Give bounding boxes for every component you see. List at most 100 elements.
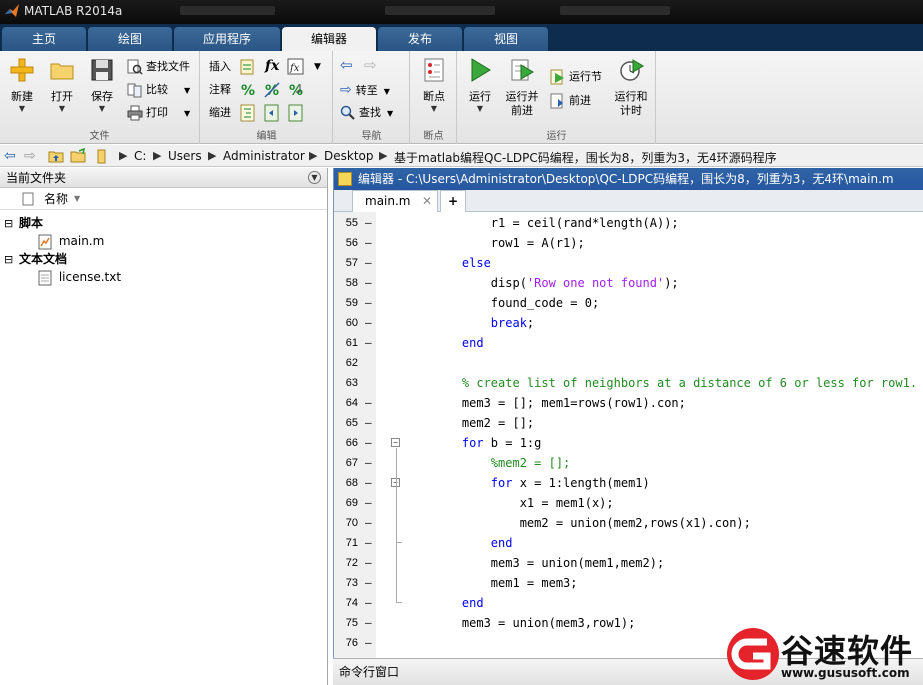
executable-line-marker[interactable]: —: [365, 413, 372, 433]
group-text-documents[interactable]: ⊟ 文本文档: [4, 250, 67, 268]
executable-line-marker[interactable]: —: [365, 213, 372, 233]
code-line[interactable]: 65 — mem2 = [];: [334, 413, 923, 433]
line-number[interactable]: 55: [334, 213, 358, 233]
line-number[interactable]: 63: [334, 373, 358, 393]
code-line[interactable]: 74 — end: [334, 593, 923, 613]
file-main-m[interactable]: main.m: [38, 232, 104, 250]
executable-line-marker[interactable]: —: [365, 593, 372, 613]
browse-folder-icon[interactable]: [70, 148, 86, 164]
compare-button[interactable]: 比较 ▼: [127, 80, 190, 100]
line-number[interactable]: 67: [334, 453, 358, 473]
executable-line-marker[interactable]: —: [365, 613, 372, 633]
insert-button[interactable]: 插入: [209, 57, 231, 77]
executable-line-marker[interactable]: —: [365, 233, 372, 253]
code-line[interactable]: 60 — break;: [334, 313, 923, 333]
breakpoints-button[interactable]: 断点 ▼: [414, 57, 454, 114]
run-and-advance-button[interactable]: 运行并 前进: [502, 57, 542, 118]
line-number[interactable]: 69: [334, 493, 358, 513]
executable-line-marker[interactable]: —: [365, 393, 372, 413]
forward-icon[interactable]: ⇨: [24, 148, 40, 164]
advance-button[interactable]: 前进: [550, 91, 591, 111]
fold-toggle-icon[interactable]: −: [391, 438, 400, 447]
breadcrumb-desktop[interactable]: Desktop: [324, 149, 374, 163]
line-number[interactable]: 59: [334, 293, 358, 313]
code-line[interactable]: 72 — mem3 = union(mem1,mem2);: [334, 553, 923, 573]
code-line[interactable]: 59 — found_code = 0;: [334, 293, 923, 313]
group-scripts[interactable]: ⊟ 脚本: [4, 214, 43, 232]
code-line[interactable]: 66 — − for b = 1:g: [334, 433, 923, 453]
up-folder-icon[interactable]: [48, 148, 64, 164]
breadcrumb-c[interactable]: C:: [134, 149, 146, 163]
chevron-down-icon[interactable]: ▼: [314, 57, 321, 77]
line-number[interactable]: 72: [334, 553, 358, 573]
back-icon[interactable]: ⇦: [4, 148, 20, 164]
insert-section-icon[interactable]: [239, 58, 257, 76]
code-line[interactable]: 68— − for x = 1:length(mem1): [334, 473, 923, 493]
indent-button[interactable]: 缩进: [209, 103, 231, 123]
executable-line-marker[interactable]: —: [365, 433, 372, 453]
line-number[interactable]: 65: [334, 413, 358, 433]
open-button[interactable]: 打开 ▼: [42, 57, 82, 114]
line-number[interactable]: 75: [334, 613, 358, 633]
close-tab-icon[interactable]: ✕: [422, 191, 432, 212]
line-number[interactable]: 57: [334, 253, 358, 273]
name-column-header[interactable]: 名称 ▼: [0, 188, 327, 210]
run-and-time-button[interactable]: 运行和 计时: [610, 57, 652, 118]
executable-line-marker[interactable]: —: [365, 553, 372, 573]
insert-function-button[interactable]: fx: [265, 56, 279, 76]
comment-button[interactable]: 注释: [209, 80, 231, 100]
tab-view[interactable]: 视图: [464, 27, 548, 51]
code-line[interactable]: 56 — row1 = A(r1);: [334, 233, 923, 253]
executable-line-marker[interactable]: —: [365, 473, 372, 493]
comment-percent-icon[interactable]: %: [239, 81, 257, 99]
file-license-txt[interactable]: license.txt: [38, 268, 121, 286]
tab-editor[interactable]: 编辑器: [282, 27, 376, 51]
goto-button[interactable]: ⇨ 转至 ▼: [340, 80, 390, 100]
executable-line-marker[interactable]: —: [365, 273, 372, 293]
line-number[interactable]: 73: [334, 573, 358, 593]
executable-line-marker[interactable]: —: [365, 533, 372, 553]
code-line[interactable]: 70 — mem2 = union(mem2,rows(x1).con);: [334, 513, 923, 533]
code-line[interactable]: 73 — mem1 = mem3;: [334, 573, 923, 593]
tab-home[interactable]: 主页: [2, 27, 86, 51]
increase-indent-icon[interactable]: [287, 104, 305, 122]
new-tab-button[interactable]: +: [440, 190, 466, 212]
line-number[interactable]: 61: [334, 333, 358, 353]
code-line[interactable]: 57 — else: [334, 253, 923, 273]
tab-plots[interactable]: 绘图: [88, 27, 172, 51]
line-number[interactable]: 74: [334, 593, 358, 613]
line-number[interactable]: 68: [334, 473, 358, 493]
code-line[interactable]: 71 — end: [334, 533, 923, 553]
executable-line-marker[interactable]: —: [365, 333, 372, 353]
print-button[interactable]: 打印 ▼: [127, 103, 190, 123]
executable-line-marker[interactable]: —: [365, 633, 372, 653]
executable-line-marker[interactable]: —: [365, 313, 372, 333]
line-number[interactable]: 71: [334, 533, 358, 553]
run-section-button[interactable]: 运行节: [550, 67, 602, 87]
save-button[interactable]: 保存 ▼: [82, 57, 122, 114]
line-number[interactable]: 66: [334, 433, 358, 453]
code-line[interactable]: 61 — end: [334, 333, 923, 353]
panel-menu-icon[interactable]: ▼: [308, 171, 321, 184]
breadcrumb-administrator[interactable]: Administrator: [223, 149, 305, 163]
find-files-button[interactable]: 查找文件: [127, 57, 190, 77]
code-line[interactable]: 55 — r1 = ceil(rand*length(A));: [334, 213, 923, 233]
code-line[interactable]: 67 — %mem2 = [];: [334, 453, 923, 473]
forward-arrow-icon[interactable]: ⇨: [364, 55, 377, 75]
line-number[interactable]: 56: [334, 233, 358, 253]
function-browser-icon[interactable]: fx: [287, 58, 305, 76]
run-button[interactable]: 运行 ▼: [460, 57, 500, 114]
line-number[interactable]: 58: [334, 273, 358, 293]
code-line[interactable]: 58 — disp('Row one not found');: [334, 273, 923, 293]
executable-line-marker[interactable]: —: [365, 293, 372, 313]
executable-line-marker[interactable]: —: [365, 453, 372, 473]
executable-line-marker[interactable]: —: [365, 493, 372, 513]
executable-line-marker[interactable]: —: [365, 513, 372, 533]
code-line[interactable]: 64 — mem3 = []; mem1=rows(row1).con;: [334, 393, 923, 413]
tab-main-m[interactable]: main.m ✕: [352, 190, 438, 212]
find-button[interactable]: 查找 ▼: [340, 103, 393, 123]
tab-apps[interactable]: 应用程序: [174, 27, 280, 51]
wrap-comments-icon[interactable]: %: [287, 81, 305, 99]
line-number[interactable]: 62: [334, 353, 358, 373]
executable-line-marker[interactable]: —: [365, 253, 372, 273]
